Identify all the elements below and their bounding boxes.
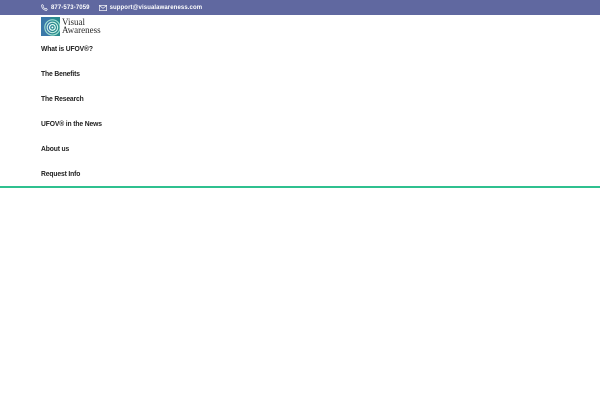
email-link[interactable]: support@visualawareness.com [98,4,203,11]
nav-item-about-us[interactable]: About us [41,140,102,165]
top-contact-bar: 877-573-7059 support@visualawareness.com [0,0,600,15]
site-logo[interactable]: Visual Awareness [41,16,101,36]
logo-mark-icon [41,16,60,36]
email-address: support@visualawareness.com [109,4,203,11]
nav-item-ufov-in-the-news[interactable]: UFOV® in the News [41,115,102,140]
nav-item-what-is-ufov[interactable]: What is UFOV®? [41,40,102,65]
header-divider [0,186,600,188]
nav-item-the-benefits[interactable]: The Benefits [41,65,102,90]
phone-icon [41,4,48,11]
main-navigation: What is UFOV®? The Benefits The Research… [41,40,109,190]
envelope-icon [98,4,107,11]
logo-text: Visual Awareness [62,18,101,35]
nav-item-the-research[interactable]: The Research [41,90,102,115]
logo-line-2: Awareness [62,25,101,35]
phone-number: 877-573-7059 [51,4,90,11]
phone-link[interactable]: 877-573-7059 [41,4,90,11]
